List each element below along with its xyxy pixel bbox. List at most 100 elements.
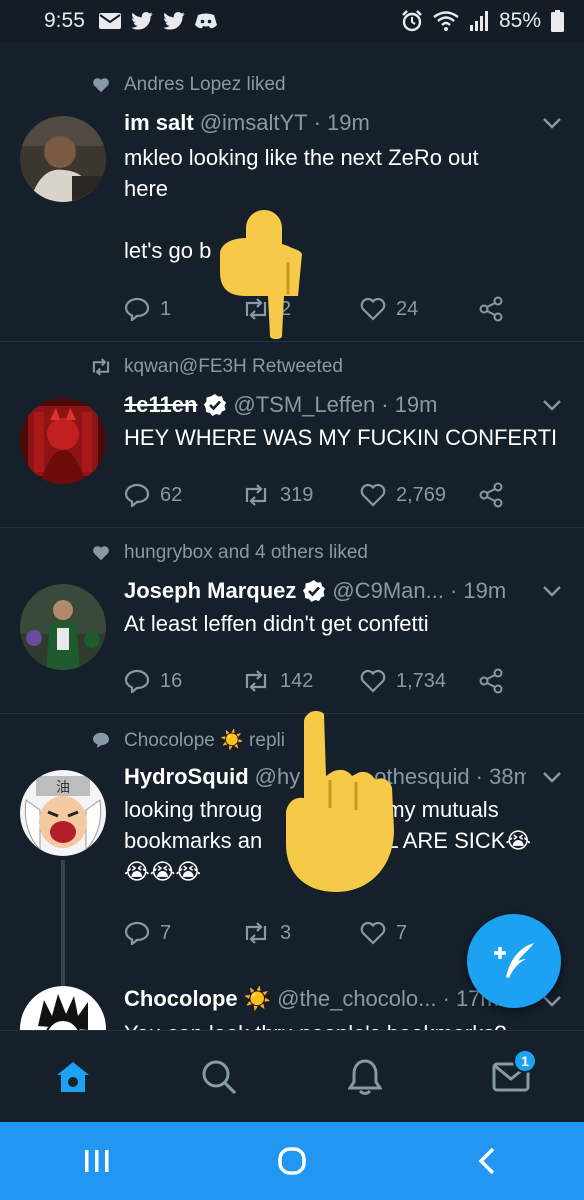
reply-button[interactable]: 1 [124,297,219,321]
tweet-time: · 19m [313,110,370,135]
user-handle[interactable]: @the_chocolo... [277,986,436,1012]
avatar[interactable] [20,398,106,484]
system-navigation-bar [0,1122,584,1200]
reply-count: 62 [160,483,183,506]
user-handle[interactable]: @imsaltYT [200,110,308,136]
status-time: 9:55 [44,9,85,32]
tab-messages[interactable]: 1 [471,1037,551,1117]
user-handle[interactable]: @C9Man... [332,578,444,604]
like-button[interactable]: 2,769 [360,483,455,507]
tweet-text-line: HEY WHERE WAS MY FUCKIN CONFERTI [124,425,558,450]
recent-apps-icon [85,1150,109,1172]
display-name[interactable]: im salt [124,110,194,136]
heart-outline-icon [360,921,386,945]
context-label: Chocolope ☀️ repli [124,730,285,751]
tweet-text-line: mkleo looking like the next ZeRo out [124,145,479,170]
tweet[interactable]: kqwan@FE3H Retweeted 1e11en @TSM_Leffen … [0,342,584,528]
twitter-icon [163,12,185,30]
reply-bubble-icon [90,732,112,748]
like-button[interactable]: 1,734 [360,669,455,693]
heart-outline-icon [360,483,386,507]
chevron-down-icon[interactable] [542,398,562,416]
retweet-count: 3 [280,921,292,944]
reply-button[interactable]: 7 [124,921,219,945]
tweet-text-blank [124,204,566,235]
tweet-text: HEY WHERE WAS MY FUCKIN CONFERTI [124,422,566,453]
reply-button[interactable]: 16 [124,669,219,693]
share-icon [479,296,503,322]
display-name[interactable]: Joseph Marquez [124,578,296,604]
home-circle-icon [278,1147,306,1175]
tweet[interactable]: hungrybox and 4 others liked Joseph Marq… [0,528,584,714]
like-button[interactable]: 24 [360,297,455,321]
heart-icon [90,77,112,93]
wifi-icon [433,11,459,31]
tweet-header: im salt @imsaltYT · 19m [124,110,526,136]
tweet-text: At least leffen didn't get confetti [124,608,566,639]
retweet-button[interactable]: 3 [242,922,337,945]
retweet-button[interactable]: 142 [242,670,337,693]
context-label: Andres Lopez liked [124,74,286,95]
tweet-context: Chocolope ☀️ repli [90,728,285,752]
share-button[interactable] [478,296,504,322]
status-bar: 9:55 85% [0,0,584,42]
retweet-icon [245,484,267,506]
like-count: 1,734 [396,669,447,692]
reply-count: 7 [160,921,172,944]
retweet-icon [90,358,112,376]
compose-feather-icon [494,943,534,978]
heart-icon [90,545,112,561]
user-handle[interactable]: @TSM_Leffen [233,392,375,418]
like-count: 2,769 [396,483,447,506]
battery-icon [551,10,564,32]
tweet-text-line: At least leffen didn't get confetti [124,611,429,636]
compose-tweet-button[interactable] [467,914,561,1008]
tweet-text: You can look thru people's bookmarks? [124,1018,566,1030]
verified-badge-icon [302,579,326,603]
reply-count: 1 [160,297,172,320]
reply-icon [124,921,150,945]
context-label: hungrybox and 4 others liked [124,542,368,563]
battery-percent: 85% [498,9,541,32]
recent-apps-button[interactable] [62,1131,132,1191]
pointing-hand-icon [286,711,394,892]
avatar[interactable] [20,116,106,202]
chevron-down-icon[interactable] [542,994,562,1012]
home-system-button[interactable] [257,1131,327,1191]
reply-button[interactable]: 62 [124,483,219,507]
tweet-text: mkleo looking like the next ZeRo out her… [124,142,566,266]
chevron-down-icon[interactable] [542,770,562,788]
tweet-context: kqwan@FE3H Retweeted [90,356,343,378]
retweet-button[interactable]: 319 [242,484,337,507]
avatar[interactable] [20,584,106,670]
discord-icon [194,13,217,29]
share-button[interactable] [478,668,504,694]
tweet-time: · 38m [475,764,526,789]
tweet-header: Chocolope ☀️ @the_chocolo... · 17m [124,986,526,1012]
tweet-text-line: let's go b [124,238,212,263]
tab-search[interactable] [179,1037,259,1117]
reply-icon [124,483,150,507]
chevron-down-icon[interactable] [542,116,562,134]
like-button[interactable]: 7 [360,921,455,945]
heart-outline-icon [360,297,386,321]
retweet-count: 142 [280,669,314,692]
display-name[interactable]: HydroSquid [124,764,249,790]
display-name[interactable]: Chocolope ☀️ [124,986,271,1012]
retweet-icon [245,922,267,944]
reply-icon [124,669,150,693]
tab-home[interactable] [33,1037,113,1117]
bottom-tab-bar: 1 [0,1030,584,1122]
tweet-time: · 19m [449,578,507,603]
tweet-actions: 62 319 2,769 [124,482,504,508]
context-label: kqwan@FE3H Retweeted [124,356,343,377]
tweet-text-line: You can look thru people's bookmarks? [124,1018,566,1030]
tab-notifications[interactable] [325,1037,405,1117]
share-button[interactable] [478,482,504,508]
verified-badge-icon [203,393,227,417]
avatar[interactable] [20,986,106,1030]
chevron-down-icon[interactable] [542,584,562,602]
back-button[interactable] [452,1131,522,1191]
display-name[interactable]: 1e11en [124,392,197,418]
avatar[interactable]: 油 [20,770,106,856]
